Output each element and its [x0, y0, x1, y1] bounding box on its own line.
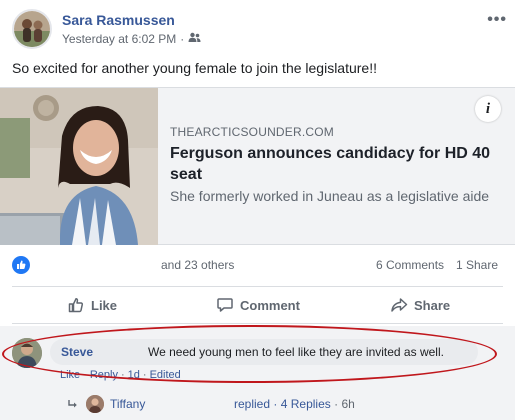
post-meta: Yesterday at 6:02 PM · — [62, 32, 201, 46]
link-title[interactable]: Ferguson announces candidacy for HD 40 s… — [170, 143, 505, 185]
replier-avatar[interactable] — [86, 395, 104, 413]
link-thumbnail[interactable] — [0, 88, 158, 245]
post-timestamp[interactable]: Yesterday at 6:02 PM — [62, 32, 176, 46]
share-icon — [391, 298, 408, 312]
author-avatar[interactable] — [12, 9, 52, 49]
comments-count[interactable]: 6 Comments — [376, 258, 444, 272]
link-preview-card[interactable]: i THEARCTICSOUNDER.COM Ferguson announce… — [0, 87, 515, 245]
link-description: She formerly worked in Juneau as a legis… — [170, 188, 490, 204]
comment-reply-link[interactable]: Reply — [90, 369, 118, 381]
share-button-label: Share — [414, 297, 451, 313]
shares-count[interactable]: 1 Share — [456, 258, 498, 272]
comment-time[interactable]: 1d — [128, 369, 140, 381]
comment-actions-separator: · — [83, 369, 87, 381]
link-domain: THEARCTICSOUNDER.COM — [170, 125, 335, 139]
info-button[interactable]: i — [475, 96, 501, 122]
replied-label: replied — [234, 397, 271, 411]
comment-actions: Like · Reply · 1d · Edited — [60, 369, 181, 381]
reactions-bar: and 23 others 6 Comments 1 Share — [0, 254, 515, 276]
reply-arrow-icon — [68, 400, 77, 408]
replies-count: 4 Replies — [280, 397, 331, 411]
like-reaction-icon[interactable] — [12, 256, 30, 274]
comment-icon — [217, 298, 233, 312]
replier-name[interactable]: Tiffany — [110, 397, 145, 411]
author-name[interactable]: Sara Rasmussen — [62, 12, 175, 28]
comment-text: We need young men to feel like they are … — [148, 345, 444, 359]
comment-actions-separator: · — [120, 369, 125, 381]
comment-like-link[interactable]: Like — [60, 369, 80, 381]
replies-separator: · — [273, 397, 278, 411]
like-button[interactable]: Like — [67, 287, 117, 323]
commenter-name[interactable]: Steve — [61, 345, 93, 359]
comment-actions-separator: · — [142, 369, 147, 381]
replies-link[interactable]: replied · 4 Replies · 6h — [234, 397, 355, 411]
like-button-label: Like — [91, 297, 118, 313]
post-text: So excited for another young female to j… — [12, 60, 377, 76]
comment-button-label: Comment — [240, 297, 300, 313]
thumbs-up-icon — [68, 298, 84, 313]
reply-summary[interactable]: Tiffany replied · 4 Replies · 6h — [68, 395, 355, 413]
action-bar: Like Comment Share — [12, 286, 503, 324]
replies-time: 6h — [341, 397, 355, 411]
share-button[interactable]: Share — [390, 287, 450, 323]
comment-bubble: Steve We need young men to feel like the… — [50, 339, 478, 365]
comment-button[interactable]: Comment — [216, 287, 300, 323]
commenter-avatar[interactable] — [12, 338, 42, 368]
comment-edited-label[interactable]: Edited — [150, 369, 181, 381]
reactions-count[interactable]: and 23 others — [161, 258, 234, 272]
replies-separator: · — [334, 397, 339, 411]
meta-separator: · — [180, 32, 185, 46]
post-header: Sara Rasmussen Yesterday at 6:02 PM · ••… — [12, 9, 507, 51]
friends-icon[interactable] — [188, 32, 201, 46]
ellipsis-icon[interactable]: ••• — [487, 11, 507, 29]
